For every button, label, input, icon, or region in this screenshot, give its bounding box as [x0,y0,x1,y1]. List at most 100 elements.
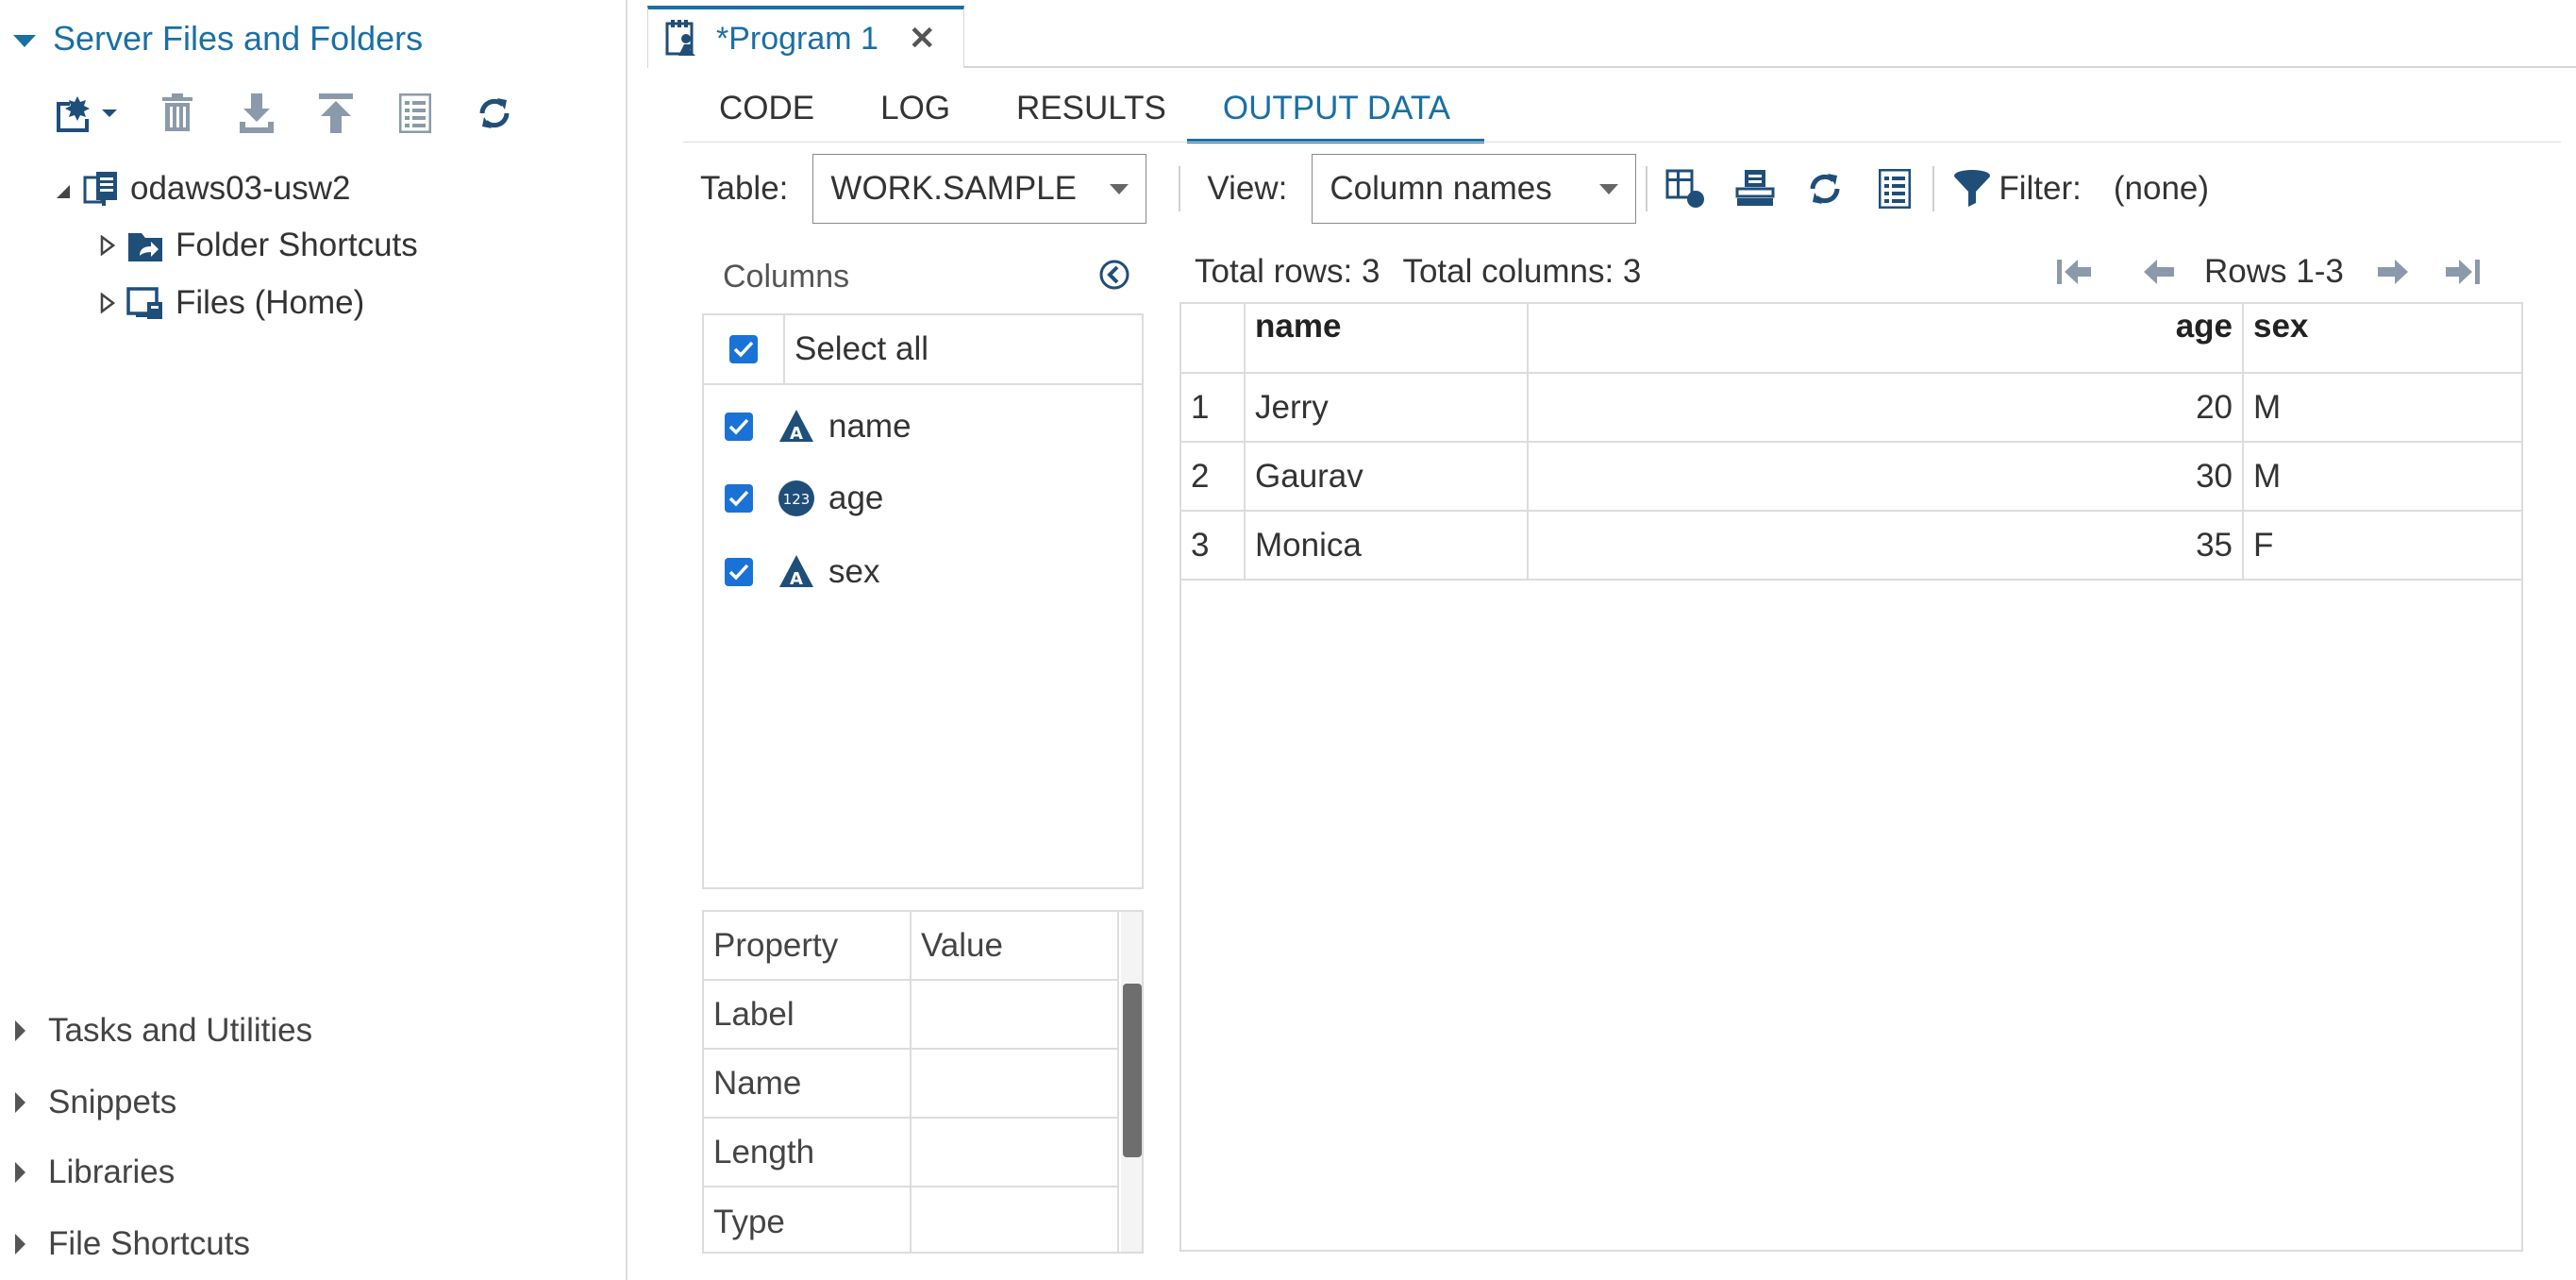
columns-list: Select all A name 123 age A sex [702,313,1144,889]
view-select[interactable]: Column names [1312,154,1637,224]
svg-text:123: 123 [783,491,811,508]
program-icon [665,20,701,58]
section-title: Server Files and Folders [53,19,424,58]
first-page-icon[interactable] [2053,253,2095,291]
grid-summary: Total rows: 3 Total columns: 3 [1195,253,1641,291]
collapse-panel-icon[interactable] [1098,259,1130,295]
property-name: Length [704,1119,912,1186]
numeric-type-icon: 123 [778,480,815,517]
row-number-header [1181,304,1246,372]
column-item-age[interactable]: 123 age [704,463,1142,534]
column-header-age[interactable]: age [1529,304,2244,372]
tree-node-files-home[interactable]: Files (Home) [100,284,364,322]
character-type-icon: A [778,408,815,446]
row-pager: Rows 1-3 [2053,253,2484,291]
last-page-icon[interactable] [2442,253,2484,291]
property-header-row: Property Value [704,912,1119,981]
total-columns: Total columns: 3 [1402,253,1642,290]
svg-text:A: A [790,569,803,589]
navigation-pane: Server Files and Folders odaws03-usw2 Fo… [0,0,627,1280]
column-item-sex[interactable]: A sex [704,536,1142,608]
section-libraries[interactable]: Libraries [15,1154,175,1191]
expand-caret-icon [15,1020,25,1041]
tab-results[interactable]: RESULTS [1016,85,1187,143]
column-property-grid: Property Value Label Name Length Type [702,910,1144,1254]
new-menu-icon[interactable] [53,91,121,136]
view-label: View: [1207,170,1288,207]
server-files-section-header[interactable]: Server Files and Folders [13,19,423,59]
tab-output-data[interactable]: OUTPUT DATA [1186,85,1485,143]
table-row[interactable]: 3 Monica 35 F [1181,512,2521,581]
section-label: Tasks and Utilities [48,1012,313,1049]
cell-age[interactable]: 20 [1529,374,2244,441]
sub-tab-divider [683,142,2561,143]
refresh-icon[interactable] [472,91,517,136]
table-label: Table: [700,170,789,207]
output-data-toolbar: Table: WORK.SAMPLE View: Column names Fi… [700,154,2209,224]
delete-icon[interactable] [155,91,200,136]
cell-age[interactable]: 30 [1529,443,2244,510]
tree-label: Folder Shortcuts [176,227,418,263]
tree-node-server[interactable]: odaws03-usw2 [57,170,350,208]
property-name: Label [704,981,912,1048]
tab-code[interactable]: CODE [683,85,880,143]
table-select[interactable]: WORK.SAMPLE [812,154,1147,224]
cell-name[interactable]: Gaurav [1246,443,1529,510]
column-item-name[interactable]: A name [704,391,1142,463]
section-file-shortcuts[interactable]: File Shortcuts [15,1225,250,1263]
tab-program-1[interactable]: *Program 1 ✕ [647,6,964,68]
table-row[interactable]: 2 Gaurav 30 M [1181,443,2521,512]
select-all-checkbox-cell [704,314,785,384]
refresh-icon[interactable] [1804,166,1846,211]
tab-log[interactable]: LOG [880,85,1016,143]
server-name: odaws03-usw2 [130,170,351,207]
upload-icon[interactable] [313,91,359,136]
cell-age[interactable]: 35 [1529,512,2244,579]
next-page-icon[interactable] [2372,253,2414,291]
previous-page-icon[interactable] [2138,253,2180,291]
section-label: File Shortcuts [48,1225,250,1262]
cell-sex[interactable]: M [2244,443,2521,510]
column-checkbox[interactable] [725,413,753,441]
property-row-label: Label [704,981,1119,1050]
collapse-caret-icon [13,34,36,47]
value-header: Value [912,912,1119,979]
properties-icon[interactable] [393,91,438,136]
section-tasks-and-utilities[interactable]: Tasks and Utilities [15,1012,312,1050]
column-name: sex [828,553,880,590]
section-label: Snippets [48,1084,177,1120]
rows-range: Rows 1-3 [2204,253,2344,290]
table-row[interactable]: 1 Jerry 20 M [1181,374,2521,443]
column-header-sex[interactable]: sex [2244,304,2521,372]
toolbar-separator [1179,166,1181,211]
row-number: 1 [1181,374,1246,441]
cell-sex[interactable]: F [2244,512,2521,579]
select-all-checkbox[interactable] [729,335,758,363]
tab-title: *Program 1 [716,20,878,57]
section-label: Libraries [48,1154,176,1190]
property-name: Type [704,1187,912,1252]
cell-name[interactable]: Monica [1246,512,1529,579]
table-properties-icon[interactable] [1664,166,1706,211]
print-icon[interactable] [1734,166,1776,211]
close-icon[interactable]: ✕ [909,20,936,58]
toolbar-separator [1646,166,1648,211]
row-number: 3 [1181,512,1246,579]
columns-panel-title: Columns [723,259,850,295]
column-checkbox[interactable] [725,484,753,513]
home-files-icon [126,285,164,321]
download-icon[interactable] [234,91,279,136]
filter-label[interactable]: Filter: [1999,170,2082,208]
cell-name[interactable]: Jerry [1246,374,1529,441]
tree-node-folder-shortcuts[interactable]: Folder Shortcuts [100,227,418,264]
column-checkbox[interactable] [725,558,753,586]
property-header: Property [704,912,912,979]
filter-icon[interactable] [1951,166,1993,211]
column-properties-icon[interactable] [1874,166,1915,211]
select-all-row[interactable]: Select all [704,314,1142,385]
cell-sex[interactable]: M [2244,374,2521,441]
property-scrollbar-thumb[interactable] [1123,984,1142,1157]
column-name: name [828,408,912,445]
section-snippets[interactable]: Snippets [15,1084,176,1121]
column-header-name[interactable]: name [1246,304,1529,372]
